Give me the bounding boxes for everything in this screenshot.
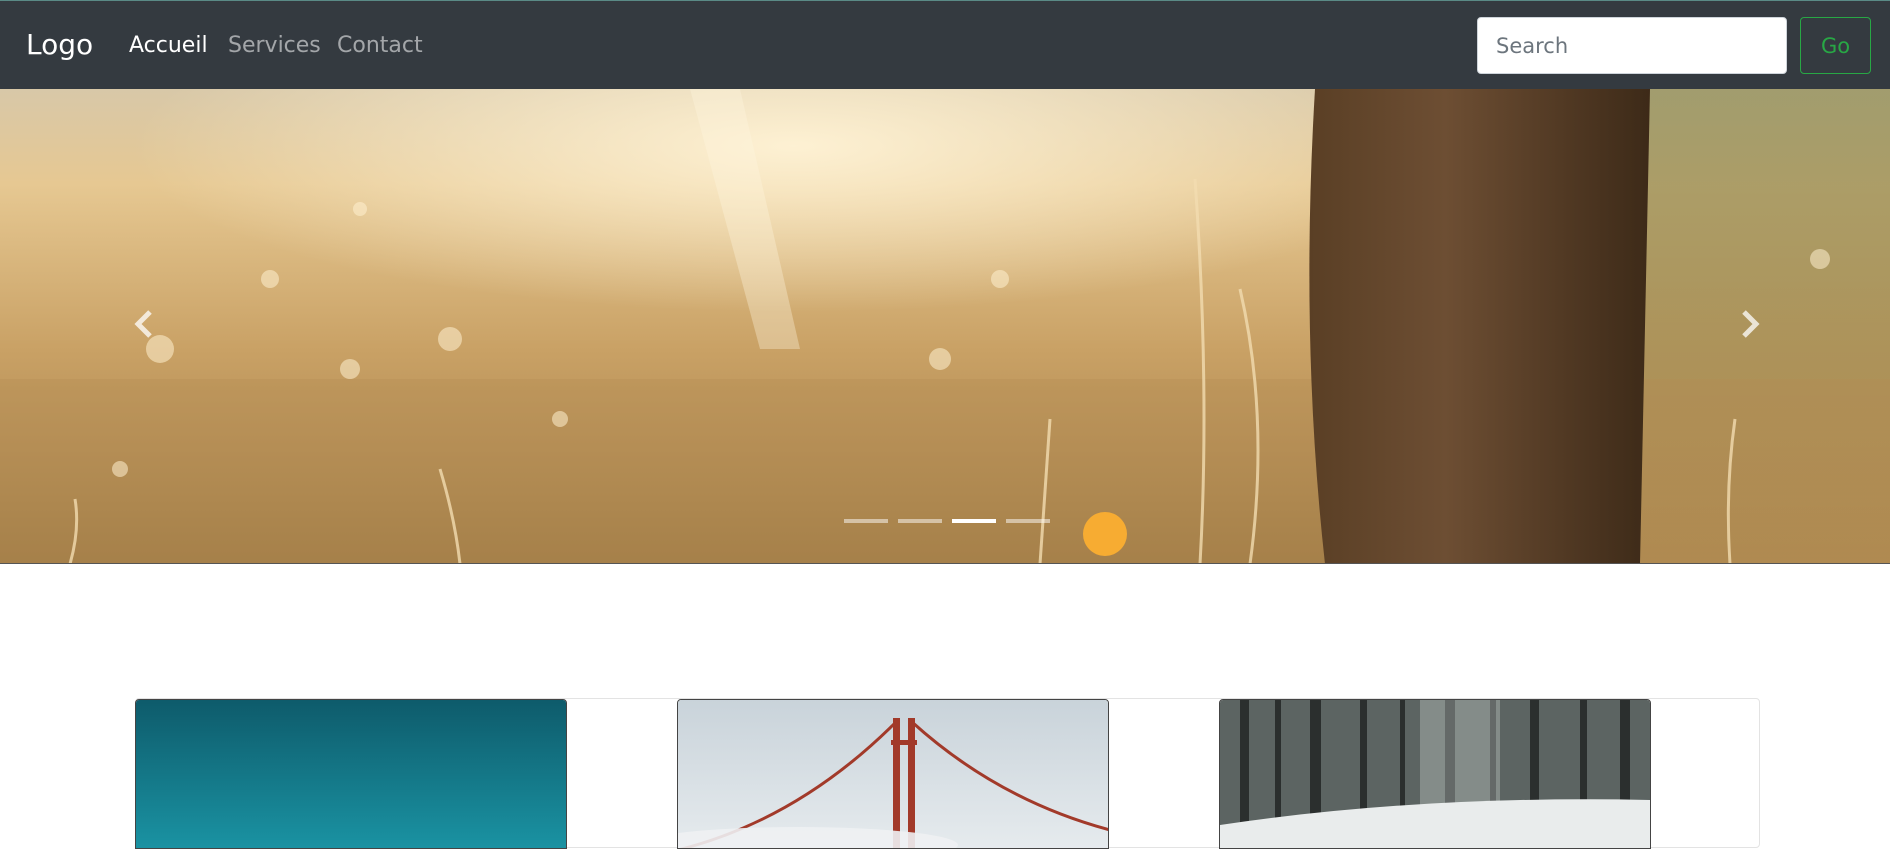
- hero-carousel: [0, 89, 1890, 564]
- brand-logo[interactable]: Logo: [26, 27, 93, 63]
- chevron-left-icon: [134, 310, 152, 338]
- search-input[interactable]: [1477, 17, 1787, 74]
- carousel-next-control[interactable]: [1730, 304, 1770, 344]
- carousel-indicator-3[interactable]: [952, 519, 996, 523]
- carousel-prev-control[interactable]: [124, 304, 164, 344]
- go-button[interactable]: Go: [1800, 17, 1871, 74]
- top-navbar: Logo Accueil Services Contact Go: [0, 0, 1890, 89]
- forest-image: [1220, 700, 1650, 848]
- nav-link-contact[interactable]: Contact: [337, 32, 423, 60]
- chevron-right-icon: [1742, 310, 1760, 338]
- carousel-indicator-4[interactable]: [1006, 519, 1050, 523]
- card-image-2[interactable]: [677, 699, 1109, 849]
- carousel-indicator-2[interactable]: [898, 519, 942, 523]
- bridge-image: [678, 700, 1108, 848]
- carousel-indicator-1[interactable]: [844, 519, 888, 523]
- card-image-1[interactable]: [135, 699, 567, 849]
- card-image-3[interactable]: [1219, 699, 1651, 849]
- nav-link-accueil[interactable]: Accueil: [129, 32, 208, 60]
- nav-link-services[interactable]: Services: [228, 32, 321, 60]
- carousel-slide-image: [0, 89, 1890, 563]
- teal-sky-image: [136, 700, 566, 848]
